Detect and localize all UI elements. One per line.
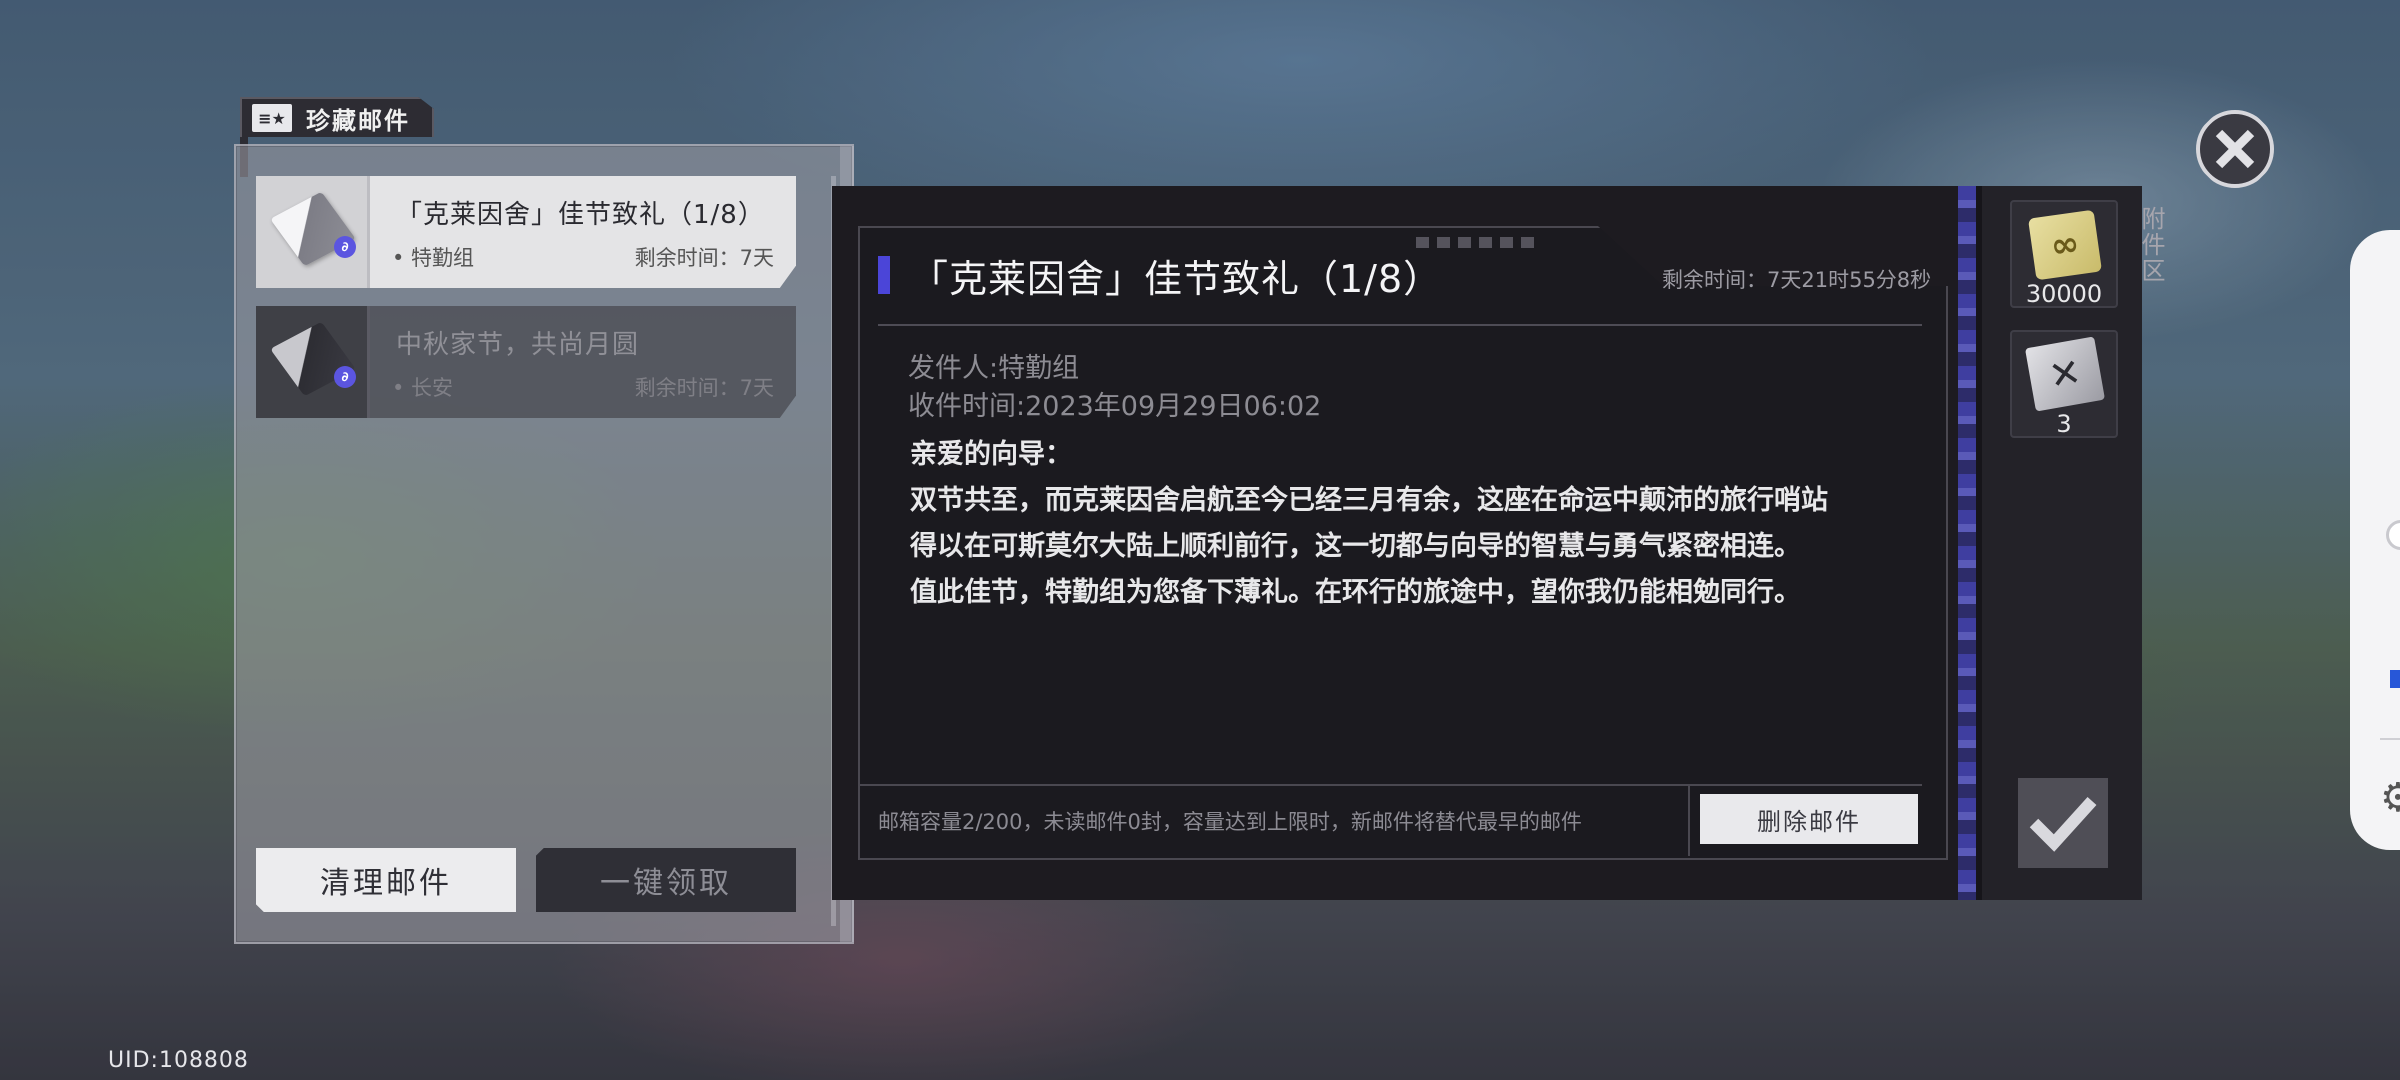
footer-divider [860, 784, 1922, 786]
mail-title: 「克莱因舍」佳节致礼（1/8） [396, 200, 765, 230]
mailbox-capacity-text: 邮箱容量2/200，未读邮件0封，容量达到上限时，新邮件将替代最早的邮件 [878, 810, 1582, 834]
game-screen: ≡★ 珍藏邮件 ∂ 「克莱因舍」佳节致礼（1/8） • 特勤组 剩余时间：7天 … [0, 0, 2400, 1080]
mail-time-left: 剩余时间：7天 [634, 246, 774, 270]
decorative-chain [1958, 186, 1976, 900]
mail-sender: • 长安 [392, 376, 454, 400]
mail-body-line: 双节共至，而克莱因舍启航至今已经三月有余，这座在命运中颠沛的旅行哨站 [910, 485, 1828, 516]
footer-vertical-divider [1688, 786, 1690, 856]
mail-list-item[interactable]: ∂ 「克莱因舍」佳节致礼（1/8） • 特勤组 剩余时间：7天 [256, 176, 796, 288]
mail-list-item[interactable]: ∂ 中秋家节，共尚月圆 • 长安 剩余时间：7天 [256, 306, 796, 418]
mail-sender-line: 发件人:特勤组 [908, 353, 1080, 384]
attachment-item[interactable]: ✕ 3 [2010, 330, 2118, 438]
header-divider [878, 324, 1922, 326]
attachment-item[interactable]: ∞ 30000 [2010, 200, 2118, 308]
mail-body-line: 得以在可斯莫尔大陆上顺利前行，这一切都与向导的智慧与勇气紧密相连。 [910, 531, 1801, 562]
side-overlay-panel[interactable]: ⚙ [2350, 230, 2400, 850]
link-badge-icon: ∂ [334, 366, 356, 388]
user-id: UID:108808 [108, 1048, 249, 1073]
claim-all-button[interactable]: 一键领取 [536, 848, 796, 912]
decorative-squares [1416, 237, 1534, 248]
close-icon [2215, 129, 2255, 169]
mail-thumbnail: ∂ [256, 176, 370, 288]
crossed-blade-icon: ✕ [2024, 336, 2106, 412]
tab-label: 珍藏邮件 [306, 106, 410, 135]
mail-title: 中秋家节，共尚月圆 [396, 330, 640, 360]
toggle-knob[interactable] [2386, 520, 2400, 550]
attachment-label: 附件区 [2137, 206, 2165, 284]
mail-body-greeting: 亲爱的向导： [910, 439, 1072, 470]
mail-sender: • 特勤组 [392, 246, 475, 270]
link-badge-icon: ∂ [334, 236, 356, 258]
title-accent-bar [878, 256, 890, 294]
mail-star-icon: ≡★ [252, 104, 292, 132]
collected-mail-tab: ≡★ 珍藏邮件 [240, 97, 434, 137]
infinity-chip-icon: ∞ [2028, 209, 2102, 281]
gear-icon[interactable]: ⚙ [2380, 775, 2400, 821]
mail-body-line: 值此佳节，特勤组为您备下薄礼。在环行的旅途中，望你我仍能相勉同行。 [910, 577, 1801, 608]
checkmark-icon [2029, 796, 2097, 852]
mail-received-line: 收件时间:2023年09月29日06:02 [908, 391, 1322, 422]
mail-time-left: 剩余时间：7天 [634, 376, 774, 400]
mail-list-panel: ∂ 「克莱因舍」佳节致礼（1/8） • 特勤组 剩余时间：7天 ∂ 中秋家节，共… [234, 144, 854, 944]
attachment-count: 3 [2056, 410, 2072, 438]
mail-remaining-time: 剩余时间：7天21时55分8秒 [1662, 268, 1932, 292]
confirm-check-button[interactable] [2018, 778, 2108, 868]
attachment-count: 30000 [2025, 280, 2103, 308]
delete-mail-button[interactable]: 删除邮件 [1700, 794, 1918, 844]
clean-mail-button[interactable]: 清理邮件 [256, 848, 516, 912]
mail-detail-title: 「克莱因舍」佳节致礼（1/8） [910, 257, 1443, 301]
mail-thumbnail: ∂ [256, 306, 370, 418]
overlay-divider [2380, 738, 2400, 740]
indicator-bar [2390, 670, 2400, 688]
